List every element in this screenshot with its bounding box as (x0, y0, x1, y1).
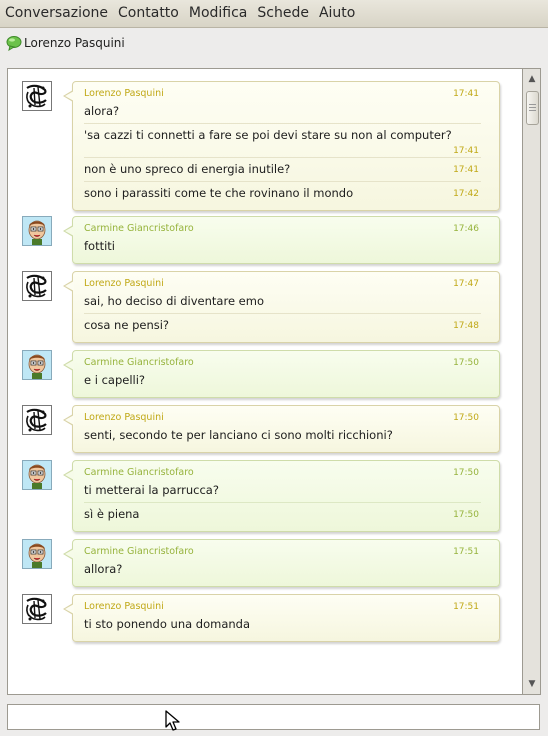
message-timestamp: 17:51 (453, 547, 479, 557)
message-separator (84, 157, 481, 158)
message-text: sì è piena (84, 507, 140, 521)
carmine-avatar[interactable] (22, 216, 52, 246)
sender-name: Lorenzo Pasquini (84, 412, 164, 423)
message-timestamp: 17:41 (453, 146, 479, 156)
message-timestamp: 17:50 (453, 468, 479, 478)
message-text: ti sto ponendo una domanda (84, 617, 251, 631)
sender-name: Carmine Giancristofaro (84, 467, 194, 478)
message-separator (84, 502, 481, 503)
message-timestamp: 17:46 (453, 224, 479, 234)
message-separator (84, 181, 481, 182)
message-bubble: Lorenzo Pasquini 17:41 alora? 'sa cazzi ti … (63, 81, 500, 211)
scroll-thumb[interactable] (526, 91, 539, 125)
message-timestamp: 17:48 (453, 321, 479, 331)
message-text: allora? (84, 562, 123, 576)
message-text: fottiti (84, 239, 116, 253)
sender-name: Carmine Giancristofaro (84, 223, 194, 234)
message-separator (84, 123, 481, 124)
message-timestamp: 17:50 (453, 358, 479, 368)
message-bubble: Carmine Giancristofaro 17:46 fottiti (63, 216, 500, 264)
message-text: cosa ne pensi? (84, 318, 170, 332)
mouse-pointer-icon (165, 710, 180, 731)
sender-name: Carmine Giancristofaro (84, 546, 194, 557)
message-bubble: Lorenzo Pasquini 17:50 senti, secondo te p… (63, 405, 500, 453)
carmine-avatar[interactable] (22, 350, 52, 380)
message-text: ti metterai la parrucca? (84, 483, 219, 497)
menubar: Conversazione Contatto Modifica Schede A… (0, 0, 548, 28)
sender-name: Lorenzo Pasquini (84, 88, 164, 99)
message-bubble: Carmine Giancristofaro 17:50 ti metterai l… (63, 460, 500, 532)
message-timestamp: 17:50 (453, 413, 479, 423)
message-separator (84, 313, 481, 314)
message-text: sono i parassiti come te che rovinano il… (84, 186, 354, 200)
contact-name: Lorenzo Pasquini (24, 36, 125, 50)
carmine-avatar[interactable] (22, 539, 52, 569)
message-timestamp: 17:41 (453, 165, 479, 175)
menu-modifica[interactable]: Modifica (184, 0, 253, 27)
message-text: 'sa cazzi ti connetti a fare se poi devi… (84, 128, 452, 142)
contact-header: Lorenzo Pasquini (6, 34, 125, 52)
sender-name: Lorenzo Pasquini (84, 278, 164, 289)
message-timestamp: 17:51 (453, 602, 479, 612)
message-bubble: Lorenzo Pasquini 17:47 sai, ho deciso di d… (63, 271, 500, 343)
message-bubble: Carmine Giancristofaro 17:51 allora? (63, 539, 500, 587)
lorenzo-avatar[interactable] (22, 405, 52, 435)
chat-history[interactable]: Lorenzo Pasquini 17:41 alora? 'sa cazzi ti … (7, 68, 523, 695)
sender-name: Lorenzo Pasquini (84, 601, 164, 612)
message-timestamp: 17:47 (453, 279, 479, 289)
lorenzo-avatar[interactable] (22, 271, 52, 301)
chat-scrollbar[interactable]: ▲ ▼ (523, 68, 541, 695)
carmine-avatar[interactable] (22, 460, 52, 490)
lorenzo-avatar[interactable] (22, 594, 52, 624)
message-text: sai, ho deciso di diventare emo (84, 294, 264, 308)
message-input[interactable] (7, 704, 540, 730)
sender-name: Carmine Giancristofaro (84, 357, 194, 368)
menu-contatto[interactable]: Contatto (113, 0, 184, 27)
message-text: e i capelli? (84, 373, 146, 387)
scroll-down-arrow-icon[interactable]: ▼ (526, 678, 538, 690)
lorenzo-avatar[interactable] (22, 81, 52, 111)
message-bubble: Carmine Giancristofaro 17:50 e i capelli? (63, 350, 500, 398)
message-timestamp: 17:41 (453, 89, 479, 99)
menu-schede[interactable]: Schede (252, 0, 314, 27)
menu-aiuto[interactable]: Aiuto (314, 0, 360, 27)
message-text: non è uno spreco di energia inutile? (84, 162, 291, 176)
menu-conversazione[interactable]: Conversazione (0, 0, 113, 27)
message-timestamp: 17:42 (453, 189, 479, 199)
message-text: alora? (84, 104, 120, 118)
message-bubble: Lorenzo Pasquini 17:51 ti sto ponendo una … (63, 594, 500, 642)
message-timestamp: 17:50 (453, 510, 479, 520)
message-text: senti, secondo te per lanciano ci sono m… (84, 428, 393, 442)
speech-bubble-icon (6, 35, 22, 52)
scroll-up-arrow-icon[interactable]: ▲ (526, 73, 538, 85)
